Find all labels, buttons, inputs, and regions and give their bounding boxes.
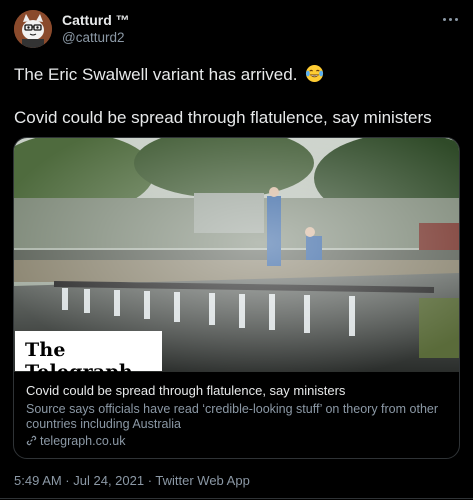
- tweet-text-line-1: The Eric Swalwell variant has arrived.: [14, 64, 324, 85]
- tweet: Catturd ™ @catturd2 The Eric Swalwell va…: [0, 0, 473, 500]
- cat-icon: [14, 10, 52, 48]
- tweet-timestamp[interactable]: 5:49 AM · Jul 24, 2021 · Twitter Web App: [14, 473, 250, 488]
- card-domain: telegraph.co.uk: [40, 434, 126, 448]
- author-avatar[interactable]: [14, 10, 52, 48]
- card-domain-link[interactable]: telegraph.co.uk: [26, 434, 125, 448]
- telegraph-logo-text: The Telegraph: [25, 339, 133, 383]
- tweet-text-line-2: Covid could be spread through flatulence…: [14, 108, 432, 127]
- card-title[interactable]: Covid could be spread through flatulence…: [26, 383, 345, 398]
- divider: [0, 498, 473, 499]
- author-handle[interactable]: @catturd2: [62, 30, 124, 45]
- telegraph-logo: The Telegraph: [15, 331, 162, 383]
- card-description: Source says officials have read ‘credibl…: [26, 402, 439, 431]
- link-icon: [26, 435, 37, 446]
- more-options-icon[interactable]: [440, 14, 460, 26]
- link-preview-card[interactable]: The Telegraph Covid could be spread thro…: [13, 137, 460, 459]
- author-display-name[interactable]: Catturd ™: [62, 12, 130, 28]
- tweet-text: The Eric Swalwell variant has arrived.: [14, 65, 298, 84]
- laughing-crying-emoji-icon: [305, 64, 324, 83]
